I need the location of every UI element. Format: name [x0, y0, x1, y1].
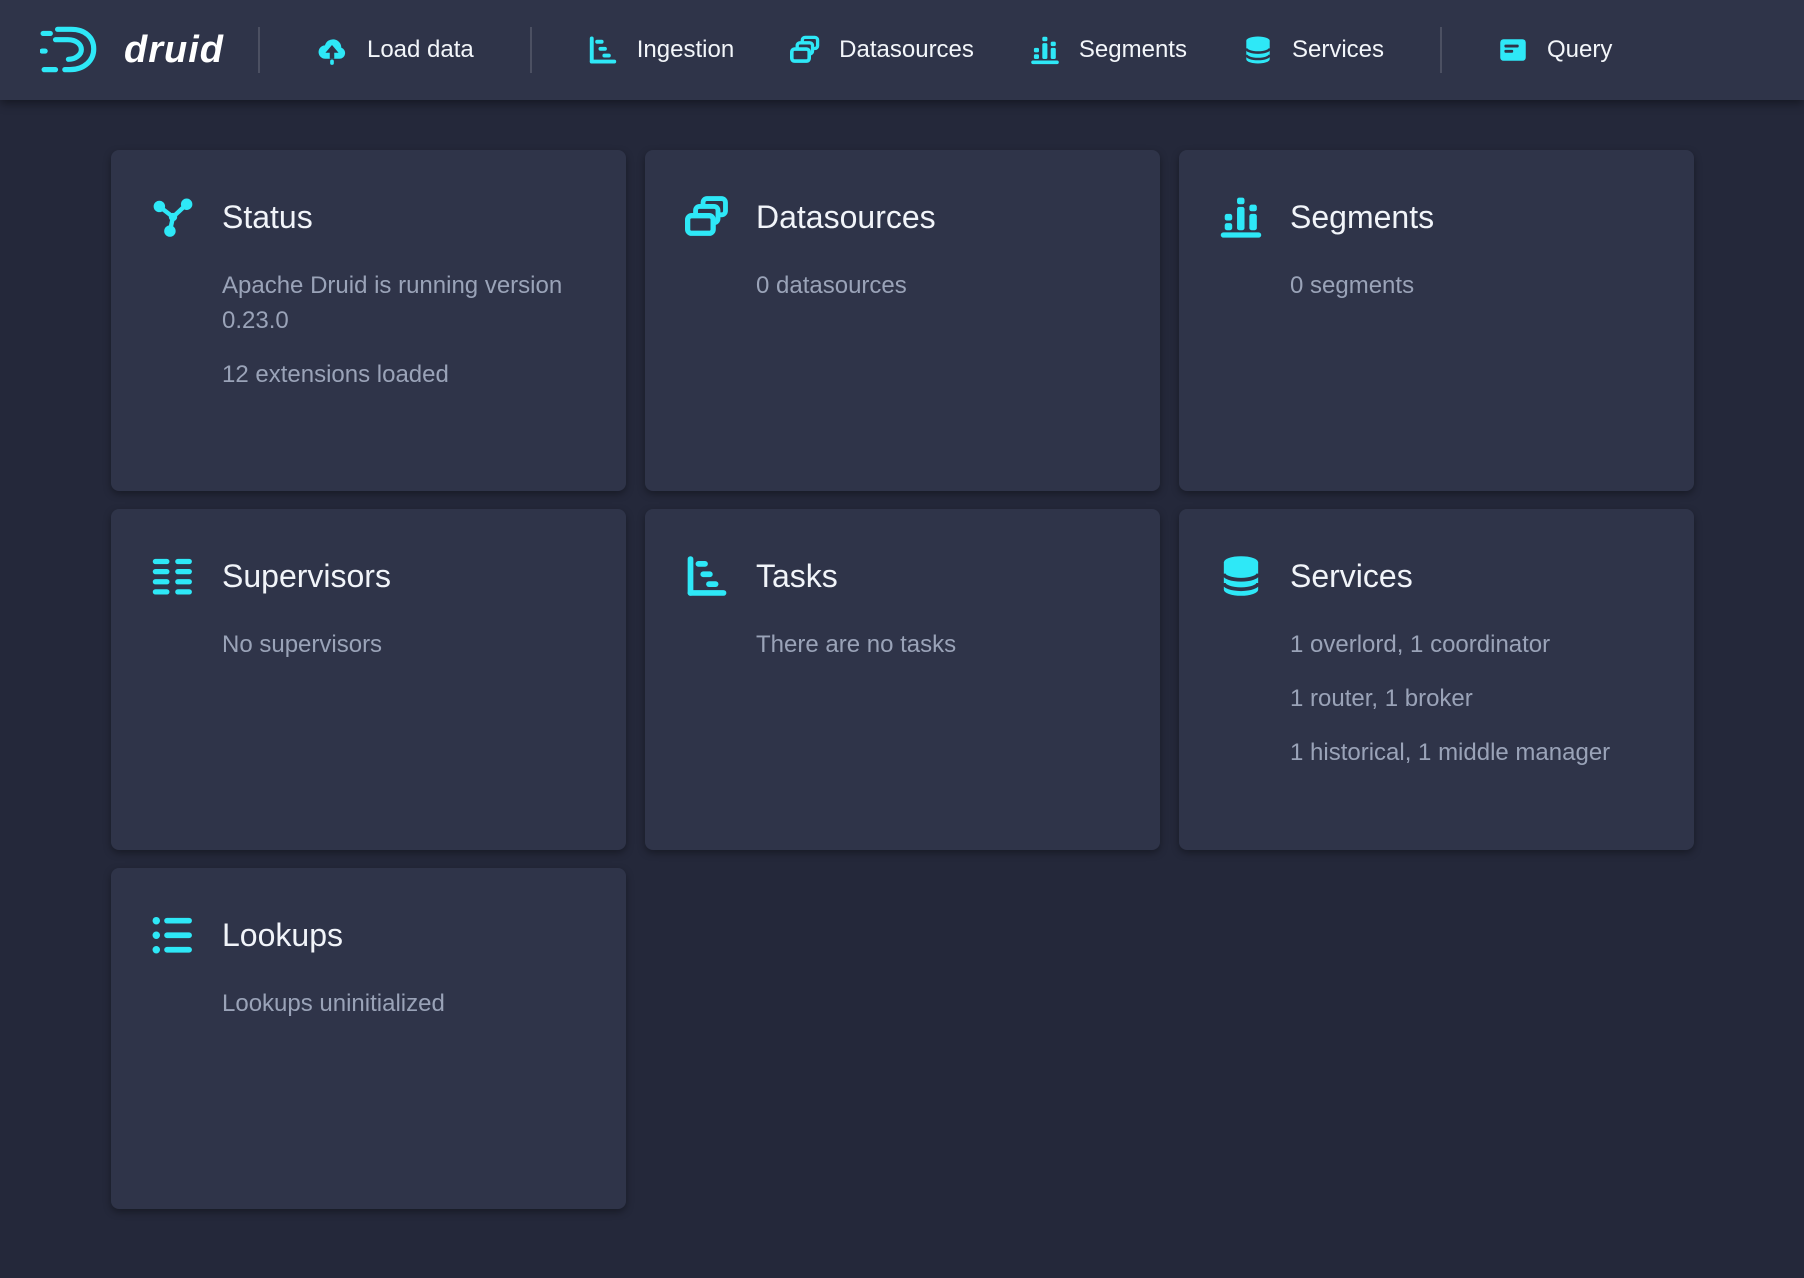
nav-item-query[interactable]: Query [1470, 0, 1640, 100]
top-navbar: druid Load data Ingestion [0, 0, 1804, 100]
nav-item-ingestion[interactable]: Ingestion [560, 0, 762, 100]
card-title: Services [1290, 554, 1413, 598]
nav-divider [1440, 27, 1442, 73]
nav-item-label: Load data [367, 36, 474, 64]
bar-chart-icon [1030, 35, 1060, 65]
nav-item-label: Segments [1079, 36, 1187, 64]
gantt-chart-icon [685, 554, 729, 598]
card-text: There are no tasks [756, 627, 1120, 662]
card-text: 1 overlord, 1 coordinator [1290, 627, 1654, 662]
nav-divider [258, 27, 260, 73]
nav-divider [530, 27, 532, 73]
card-services[interactable]: Services 1 overlord, 1 coordinator 1 rou… [1179, 509, 1694, 850]
card-title: Tasks [756, 554, 838, 598]
properties-list-icon [151, 913, 195, 957]
nav-item-label: Query [1547, 36, 1612, 64]
cloud-upload-icon [316, 34, 348, 66]
card-title: Supervisors [222, 554, 391, 598]
nav-item-services[interactable]: Services [1215, 0, 1412, 100]
nav-item-label: Datasources [839, 36, 974, 64]
nav-item-label: Ingestion [637, 36, 734, 64]
card-status[interactable]: Status Apache Druid is running version 0… [111, 150, 626, 491]
card-text: 1 historical, 1 middle manager [1290, 735, 1654, 770]
druid-wordmark: druid [124, 29, 224, 72]
home-card-grid: Status Apache Druid is running version 0… [0, 100, 1804, 1209]
druid-brand[interactable]: druid [40, 26, 224, 74]
card-lookups[interactable]: Lookups Lookups uninitialized [111, 868, 626, 1209]
console-icon [1498, 35, 1528, 65]
nav-item-segments[interactable]: Segments [1002, 0, 1215, 100]
card-title: Segments [1290, 195, 1434, 239]
card-text: Apache Druid is running version 0.23.0 [222, 268, 586, 338]
card-title: Lookups [222, 913, 343, 957]
card-datasources[interactable]: Datasources 0 datasources [645, 150, 1160, 491]
card-text: 12 extensions loaded [222, 357, 586, 392]
card-supervisors[interactable]: Supervisors No supervisors [111, 509, 626, 850]
card-title: Datasources [756, 195, 936, 239]
nav-item-label: Services [1292, 36, 1384, 64]
bar-chart-icon [1219, 195, 1263, 239]
gantt-chart-icon [588, 35, 618, 65]
database-icon [1219, 554, 1263, 598]
card-text: 0 datasources [756, 268, 1120, 303]
list-columns-icon [151, 554, 195, 598]
card-title: Status [222, 195, 313, 239]
card-segments[interactable]: Segments 0 segments [1179, 150, 1694, 491]
nav-item-datasources[interactable]: Datasources [762, 0, 1002, 100]
druid-logo-icon [40, 26, 102, 74]
graph-icon [151, 195, 195, 239]
card-text: No supervisors [222, 627, 586, 662]
card-text: 0 segments [1290, 268, 1654, 303]
card-text: Lookups uninitialized [222, 986, 586, 1021]
card-tasks[interactable]: Tasks There are no tasks [645, 509, 1160, 850]
database-icon [1243, 35, 1273, 65]
stacked-layers-icon [685, 195, 729, 239]
nav-item-load-data[interactable]: Load data [288, 0, 502, 100]
stacked-layers-icon [790, 35, 820, 65]
card-text: 1 router, 1 broker [1290, 681, 1654, 716]
